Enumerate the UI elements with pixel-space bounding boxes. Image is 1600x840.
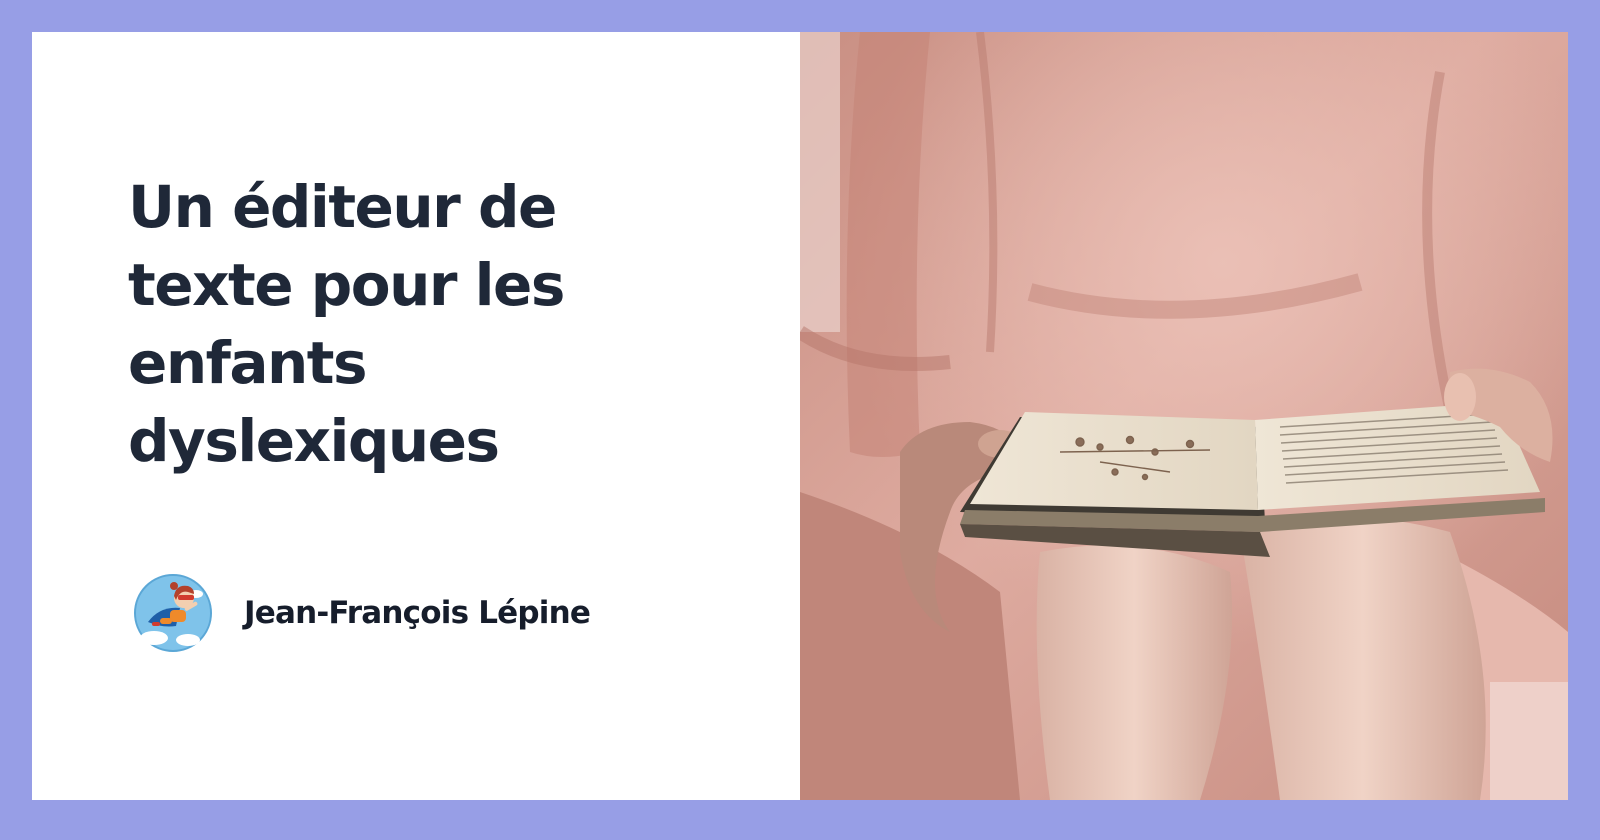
cover-photo <box>800 32 1568 800</box>
author-info: Jean-François Lépine <box>130 570 591 656</box>
author-avatar <box>130 570 216 656</box>
article-title: Un éditeur de texte pour les enfants dys… <box>128 173 565 475</box>
superhero-girl-avatar-icon <box>131 571 215 655</box>
text-panel: Un éditeur de texte pour les enfants dys… <box>32 32 800 800</box>
child-reading-book-photo <box>800 32 1568 800</box>
author-name: Jean-François Lépine <box>244 595 591 631</box>
article-card[interactable]: Un éditeur de texte pour les enfants dys… <box>32 32 1568 800</box>
